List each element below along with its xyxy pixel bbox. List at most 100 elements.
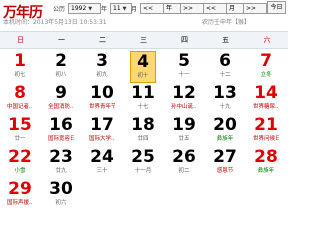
- day-cell[interactable]: 8 中国记者...: [7, 83, 33, 115]
- day-cell[interactable]: 26 初二: [171, 147, 197, 179]
- chevron-down-icon: ▼: [122, 6, 127, 12]
- day-subtitle: 廿五: [178, 136, 190, 142]
- day-number: 7: [260, 51, 272, 71]
- day-subtitle: 感恩节: [216, 168, 234, 174]
- day-cell[interactable]: 12 孙中山诞...: [171, 83, 197, 115]
- year-select[interactable]: 1992 ▼: [68, 3, 101, 14]
- day-cell[interactable]: 25 十一月: [130, 147, 156, 179]
- day-subtitle: 初二: [178, 168, 190, 174]
- day-number: 6: [219, 51, 231, 71]
- day-cell[interactable]: 15 廿一: [7, 115, 33, 147]
- day-cell[interactable]: 5 十一: [171, 51, 197, 83]
- today-button[interactable]: 今日: [267, 1, 286, 14]
- day-number: 9: [55, 83, 67, 103]
- day-cell[interactable]: 16 国际宽容日: [48, 115, 74, 147]
- year-nav-label[interactable]: 年: [163, 3, 181, 14]
- day-subtitle: 十七: [137, 104, 149, 110]
- day-cell[interactable]: 27 感恩节: [212, 147, 238, 179]
- day-number: 21: [254, 115, 278, 135]
- day-cell[interactable]: 7 立冬: [253, 51, 279, 83]
- day-subtitle: 初八: [55, 72, 67, 78]
- day-subtitle: 中国记者...: [7, 104, 33, 110]
- day-cell[interactable]: 19 廿五: [171, 115, 197, 147]
- day-subtitle: 十二: [219, 72, 231, 78]
- day-number: 22: [8, 147, 32, 167]
- lunar-year-info: 农历壬申年【猴】: [202, 19, 251, 26]
- day-number: 3: [96, 51, 108, 71]
- day-number: 8: [14, 83, 26, 103]
- weekday-mon: 一: [58, 36, 65, 44]
- day-subtitle: 彝族年: [257, 168, 275, 174]
- day-cell[interactable]: 22 小雪: [7, 147, 33, 179]
- day-subtitle: 廿四: [137, 136, 149, 142]
- day-number: 15: [8, 115, 32, 135]
- day-number: 17: [90, 115, 114, 135]
- day-cell[interactable]: 1 初七: [7, 51, 33, 83]
- day-subtitle: 十一: [178, 72, 190, 78]
- day-subtitle: 国际宽容日: [48, 136, 74, 142]
- day-cell[interactable]: 4 初十: [130, 51, 156, 83]
- year-unit: 年: [101, 6, 108, 13]
- day-cell[interactable]: 17 国际大学...: [89, 115, 115, 147]
- day-subtitle: 立冬: [260, 72, 272, 78]
- local-time-label: 本机时间：: [3, 19, 34, 26]
- day-subtitle: 初九: [96, 72, 108, 78]
- weekday-fri: 五: [222, 36, 229, 44]
- day-cell[interactable]: 24 三十: [89, 147, 115, 179]
- month-nav-label[interactable]: 月: [226, 3, 244, 14]
- year-value: 1992: [71, 5, 87, 12]
- day-cell[interactable]: 23 廿九: [48, 147, 74, 179]
- day-cell[interactable]: 9 全国消防...: [48, 83, 74, 115]
- day-cell[interactable]: 6 十二: [212, 51, 238, 83]
- day-subtitle: 三十: [96, 168, 108, 174]
- day-cell[interactable]: 20 彝族年: [212, 115, 238, 147]
- day-cell[interactable]: 18 廿四: [130, 115, 156, 147]
- day-cell[interactable]: 11 十七: [130, 83, 156, 115]
- day-number: 4: [137, 52, 149, 72]
- day-number: 11: [131, 83, 155, 103]
- day-cell[interactable]: 21 世界问候日: [253, 115, 279, 147]
- day-subtitle: 世界问候日: [253, 136, 279, 142]
- day-cell[interactable]: 14 世界糖尿...: [253, 83, 279, 115]
- month-select[interactable]: 11 ▼: [110, 3, 132, 14]
- day-number: 14: [254, 83, 278, 103]
- day-number: 29: [8, 179, 32, 199]
- day-subtitle: 国际大学...: [89, 136, 115, 142]
- day-number: 16: [49, 115, 73, 135]
- day-number: 24: [90, 147, 114, 167]
- calendar-header: 万年历 公历 1992 ▼ 年 11 ▼ 月 << 年 >> << 月 >> 今…: [0, 0, 288, 30]
- day-cell[interactable]: 29 国际声援...: [7, 179, 33, 211]
- day-subtitle: 国际声援...: [7, 200, 33, 206]
- day-number: 5: [178, 51, 190, 71]
- day-number: 26: [172, 147, 196, 167]
- day-subtitle: 彝族年: [216, 136, 234, 142]
- next-year-button[interactable]: >>: [180, 3, 204, 14]
- local-time-value: 2013年5月13日 10:53:31: [33, 19, 107, 26]
- next-month-button[interactable]: >>: [243, 3, 267, 14]
- day-number: 20: [213, 115, 237, 135]
- day-cell[interactable]: 30 初六: [48, 179, 74, 211]
- gregorian-label: 公历: [53, 6, 66, 13]
- prev-year-button[interactable]: <<: [140, 3, 164, 14]
- day-cell[interactable]: 2 初八: [48, 51, 74, 83]
- day-cell[interactable]: 28 彝族年: [253, 147, 279, 179]
- weekday-tue: 二: [99, 36, 106, 44]
- day-number: 23: [49, 147, 73, 167]
- day-number: 25: [131, 147, 155, 167]
- day-number: 2: [55, 51, 67, 71]
- day-cell[interactable]: 10 世界青年节: [89, 83, 115, 115]
- weekday-wed: 三: [140, 36, 147, 44]
- day-cell[interactable]: 13 十九: [212, 83, 238, 115]
- day-number: 18: [131, 115, 155, 135]
- day-subtitle: 廿九: [55, 168, 67, 174]
- day-cell[interactable]: 3 初九: [89, 51, 115, 83]
- prev-month-button[interactable]: <<: [203, 3, 227, 14]
- day-subtitle: 十一月: [134, 168, 152, 174]
- day-subtitle: 廿一: [14, 136, 26, 142]
- day-subtitle: 初十: [137, 73, 149, 79]
- weekday-sat: 六: [263, 36, 271, 44]
- day-number: 12: [172, 83, 196, 103]
- month-unit: 月: [131, 6, 138, 13]
- weekday-header-row: 日 一 二 三 四 五 六: [0, 31, 288, 49]
- month-value: 11: [113, 5, 121, 12]
